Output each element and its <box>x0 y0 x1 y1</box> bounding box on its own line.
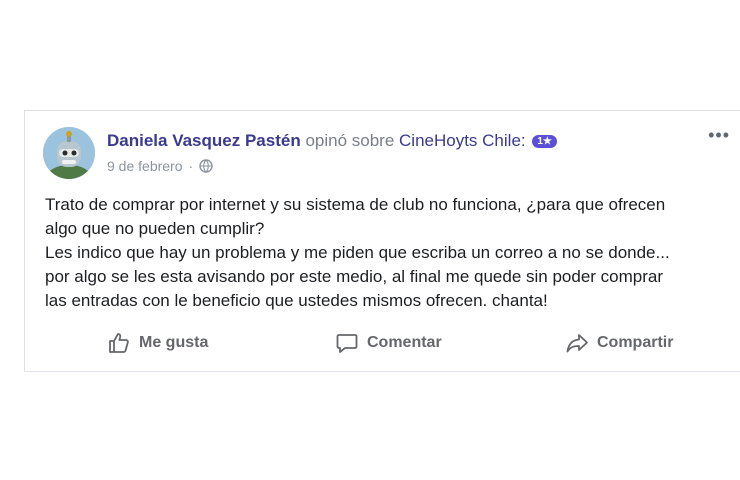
post-body-line: las entradas con le beneficio que ustede… <box>45 291 548 310</box>
post-body-line: por algo se les esta avisando por este m… <box>45 267 664 286</box>
page-name[interactable]: CineHoyts Chile: <box>399 131 526 150</box>
action-bar: Me gusta Comentar Compartir <box>25 325 740 361</box>
more-options-icon[interactable]: ••• <box>708 126 730 144</box>
like-button[interactable]: Me gusta <box>107 325 208 361</box>
share-button[interactable]: Compartir <box>565 325 673 361</box>
post-body-line: algo que no pueden cumplir? <box>45 219 265 238</box>
comment-button[interactable]: Comentar <box>335 325 442 361</box>
like-label: Me gusta <box>139 334 209 351</box>
header-verb: opinó sobre <box>305 131 395 150</box>
rating-badge: 1★ <box>532 135 557 148</box>
thumbs-up-icon <box>109 333 129 353</box>
share-arrow-icon <box>566 334 588 353</box>
speech-bubble-icon <box>336 334 358 353</box>
post-meta: 9 de febrero · <box>107 158 213 174</box>
review-post-card: Daniela Vasquez Pastén opinó sobre CineH… <box>24 110 740 372</box>
meta-separator: · <box>188 158 194 174</box>
share-label: Compartir <box>597 334 674 351</box>
robot-avatar-icon <box>43 127 95 179</box>
author-name[interactable]: Daniela Vasquez Pastén <box>107 131 301 150</box>
post-body: Trato de comprar por internet y su siste… <box>45 193 735 313</box>
post-date[interactable]: 9 de febrero <box>107 158 183 174</box>
post-header: Daniela Vasquez Pastén opinó sobre CineH… <box>107 131 557 151</box>
avatar[interactable] <box>43 127 95 179</box>
post-body-line: Trato de comprar por internet y su siste… <box>45 195 666 214</box>
globe-icon <box>199 159 213 173</box>
post-body-line: Les indico que hay un problema y me pide… <box>45 243 670 262</box>
comment-label: Comentar <box>367 334 442 351</box>
